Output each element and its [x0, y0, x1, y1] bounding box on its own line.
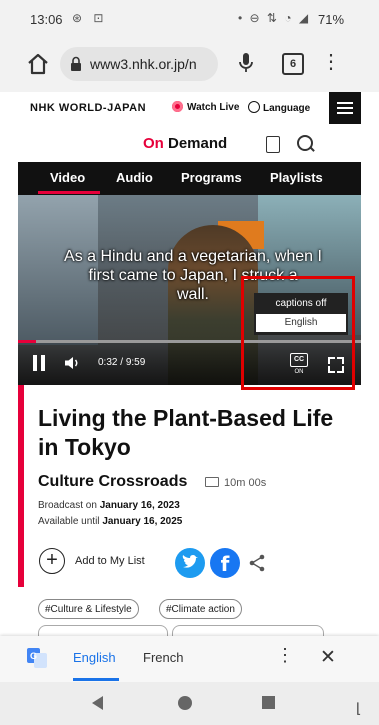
translate-target-language[interactable]: French [143, 650, 183, 665]
twitter-bird-icon [182, 555, 198, 568]
home-icon[interactable] [26, 52, 50, 76]
highlight-box [241, 276, 355, 390]
address-bar[interactable]: www3.nhk.or.jp/n [60, 47, 218, 81]
episode-title: Living the Plant-Based Life in Tokyo [38, 405, 334, 460]
tab-playlists[interactable]: Playlists [270, 170, 323, 185]
url-text: www3.nhk.or.jp/n [90, 56, 197, 72]
lock-icon [71, 56, 81, 71]
tag-culture-lifestyle[interactable]: #Culture & Lifestyle [38, 599, 139, 619]
status-time: 13:06 [30, 12, 63, 27]
translate-source-language[interactable]: English [73, 650, 116, 665]
tab-switcher-button[interactable]: 6 [282, 53, 304, 75]
translate-options-icon[interactable]: ⋮ [276, 646, 294, 664]
add-to-list-label[interactable]: Add to My List [75, 555, 145, 567]
twitter-icon[interactable] [175, 548, 205, 578]
hamburger-menu-icon[interactable] [329, 92, 361, 124]
language-label: Language [263, 103, 311, 114]
ondemand-logo[interactable]: On Demand [143, 135, 227, 152]
live-icon [172, 101, 183, 112]
site-header: NHK WORLD-JAPAN Watch Live Language [18, 92, 361, 124]
microphone-icon[interactable] [238, 50, 254, 76]
category-tabs: Video Audio Programs Playlists [18, 162, 361, 195]
active-tab-indicator [38, 191, 100, 194]
edge-marker-icon: ⌊ [356, 700, 362, 716]
time-display: 0:32 / 9:59 [98, 357, 146, 368]
tag-climate-action[interactable]: #Climate action [159, 599, 242, 619]
home-button-icon[interactable] [178, 696, 192, 710]
battery-level: 71% [318, 12, 345, 27]
google-translate-icon: G [27, 648, 47, 668]
program-name-link[interactable]: Culture Crossroads [38, 473, 187, 491]
browser-toolbar: www3.nhk.or.jp/n 6 ⋮ [0, 38, 379, 92]
facebook-icon[interactable]: f [210, 548, 240, 578]
language-link[interactable]: Language [248, 101, 310, 114]
video-icon [205, 477, 219, 487]
notification-icons: ⊛ ⊡ [72, 11, 108, 25]
episode-duration: 10m 00s [205, 477, 266, 489]
selected-language-indicator [73, 678, 119, 681]
watch-live-label: Watch Live [187, 102, 240, 113]
back-icon[interactable] [92, 696, 103, 710]
google-translate-bar: G English French ⋮ ✕ [0, 636, 379, 682]
tab-video[interactable]: Video [50, 170, 85, 185]
system-status-icons: • ⊖ ⇅ ◔ ◢ [238, 11, 311, 25]
available-until-date: Available until January 16, 2025 [38, 516, 183, 527]
browser-menu-icon[interactable]: ⋮ [321, 52, 341, 72]
add-to-list-button[interactable]: + [39, 548, 65, 574]
svg-text:G: G [30, 651, 37, 661]
volume-icon[interactable] [64, 356, 82, 370]
close-icon[interactable]: ✕ [320, 646, 336, 669]
nhk-world-logo[interactable]: NHK WORLD-JAPAN [30, 102, 146, 114]
broadcast-date: Broadcast on January 16, 2023 [38, 500, 180, 511]
pause-icon[interactable] [32, 355, 46, 371]
recent-apps-icon[interactable] [262, 696, 275, 709]
android-navigation-bar [0, 682, 379, 725]
status-bar: 13:06 ⊛ ⊡ • ⊖ ⇅ ◔ ◢ 71% [0, 0, 379, 38]
my-list-icon[interactable] [266, 136, 280, 153]
globe-icon [248, 101, 260, 113]
share-icon[interactable] [247, 553, 267, 573]
tab-audio[interactable]: Audio [116, 170, 153, 185]
accent-bar [18, 385, 24, 587]
search-icon[interactable] [297, 135, 313, 151]
watch-live-link[interactable]: Watch Live [172, 101, 239, 113]
tab-programs[interactable]: Programs [181, 170, 242, 185]
